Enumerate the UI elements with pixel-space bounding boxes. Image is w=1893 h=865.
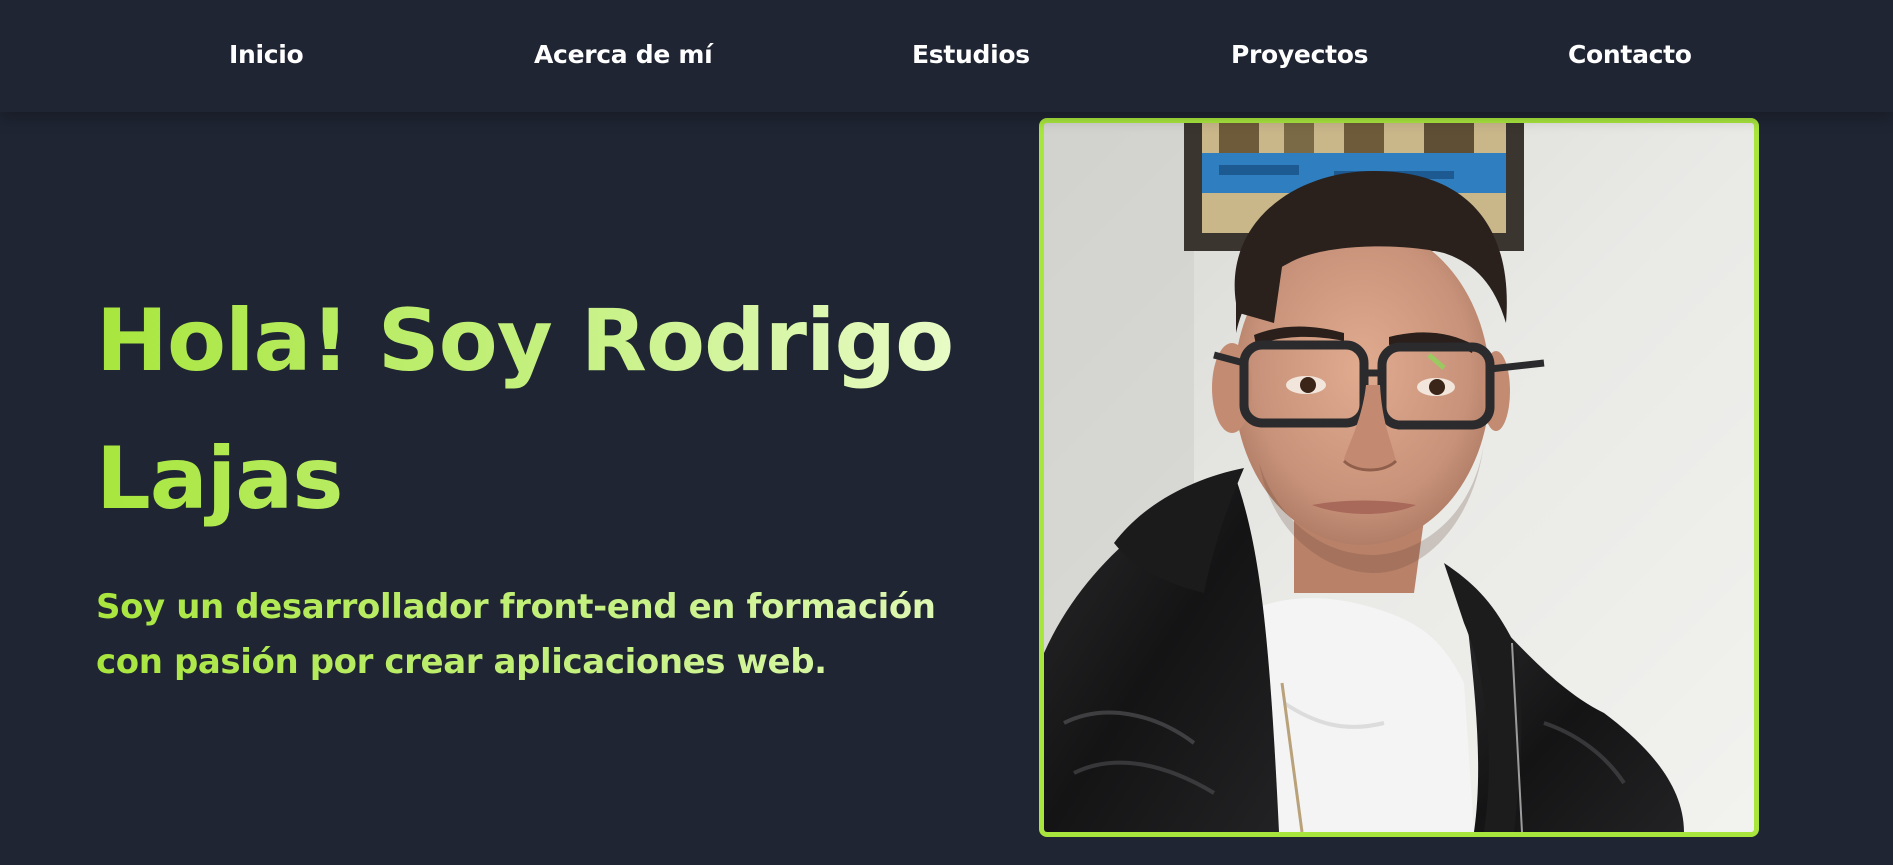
nav-link-proyectos[interactable]: Proyectos — [1231, 38, 1369, 72]
page: Inicio Acerca de mí Estudios Proyectos C… — [0, 0, 1893, 865]
nav-link-estudios[interactable]: Estudios — [912, 38, 1030, 72]
hero-subtitle: Soy un desarrollador front-end en formac… — [96, 580, 956, 690]
navbar: Inicio Acerca de mí Estudios Proyectos C… — [0, 0, 1893, 112]
hero-title: Hola! Soy Rodrigo Lajas — [96, 272, 956, 548]
profile-photo-illustration — [1044, 123, 1754, 832]
nav-link-inicio[interactable]: Inicio — [229, 38, 304, 72]
nav-link-acerca[interactable]: Acerca de mí — [534, 38, 713, 72]
profile-photo — [1039, 118, 1759, 837]
nav-link-contacto[interactable]: Contacto — [1568, 38, 1692, 72]
